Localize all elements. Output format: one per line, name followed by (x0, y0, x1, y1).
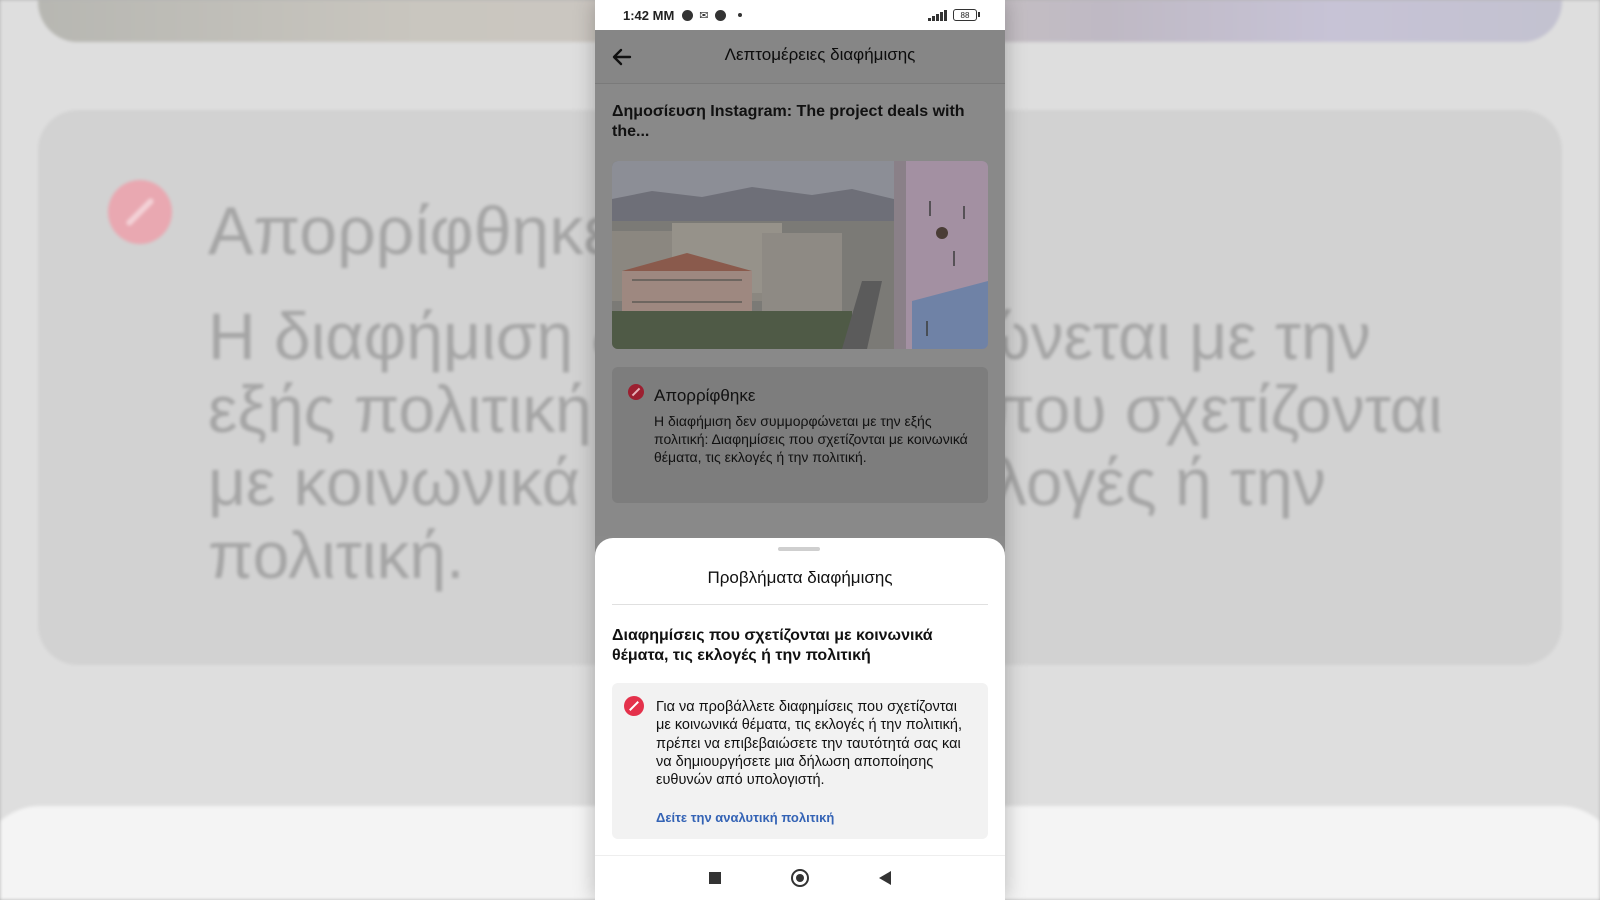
phone-screen: 1:42 MM ✉ 88 Λεπτομέρειες διαφήμισης Δημ… (595, 0, 1005, 900)
arrow-left-icon (612, 48, 632, 66)
messenger-icon (714, 9, 726, 21)
city-photo (612, 161, 988, 349)
ad-status-label: Απορρίφθηκε (654, 386, 756, 405)
ad-status-description: Η διαφήμιση δεν συμμορφώνεται με την εξή… (654, 413, 968, 465)
post-image[interactable] (612, 161, 988, 349)
battery-level: 88 (960, 10, 970, 20)
background-ban-icon (108, 180, 172, 244)
policy-section-title: Διαφημίσεις που σχετίζονται με κοινωνικά… (612, 627, 933, 664)
policy-issue-card: Για να προβάλλετε διαφημίσεις που σχετίζ… (612, 683, 988, 839)
background-status-title: Απορρίφθηκε (208, 193, 614, 269)
notification-icons: ✉ (682, 9, 742, 22)
notification-icon (682, 9, 694, 21)
ad-details-content: Δημοσίευση Instagram: The project deals … (595, 84, 1005, 536)
signal-icon (928, 9, 947, 21)
sheet-title: Προβλήματα διαφήμισης (707, 568, 893, 587)
sheet-divider (612, 604, 988, 605)
status-bar: 1:42 MM ✉ 88 (595, 0, 1005, 30)
ban-icon (624, 696, 644, 716)
page-title: Λεπτομέρειες διαφήμισης (724, 45, 916, 64)
ban-icon (628, 384, 644, 400)
battery-icon: 88 (953, 9, 980, 21)
triangle-back-icon[interactable] (879, 871, 891, 885)
ad-issues-bottom-sheet: Προβλήματα διαφήμισης Διαφημίσεις που σχ… (595, 538, 1005, 900)
status-time: 1:42 MM (623, 7, 675, 23)
circle-home-icon[interactable] (791, 869, 809, 887)
back-button[interactable] (607, 42, 637, 72)
post-title: Δημοσίευση Instagram: The project deals … (612, 103, 965, 140)
gmail-icon: ✉ (699, 9, 709, 22)
system-nav-bar (595, 855, 1005, 900)
ad-status-card: Απορρίφθηκε Η διαφήμιση δεν συμμορφώνετα… (612, 367, 988, 503)
policy-issue-text: Για να προβάλλετε διαφημίσεις που σχετίζ… (656, 699, 962, 789)
more-dot-icon (737, 13, 742, 17)
view-policy-link[interactable]: Δείτε την αναλυτική πολιτική (656, 810, 834, 825)
sheet-drag-handle[interactable] (778, 547, 820, 551)
square-icon[interactable] (709, 872, 721, 884)
status-right: 88 (928, 9, 980, 21)
app-bar: Λεπτομέρειες διαφήμισης (595, 30, 1005, 84)
